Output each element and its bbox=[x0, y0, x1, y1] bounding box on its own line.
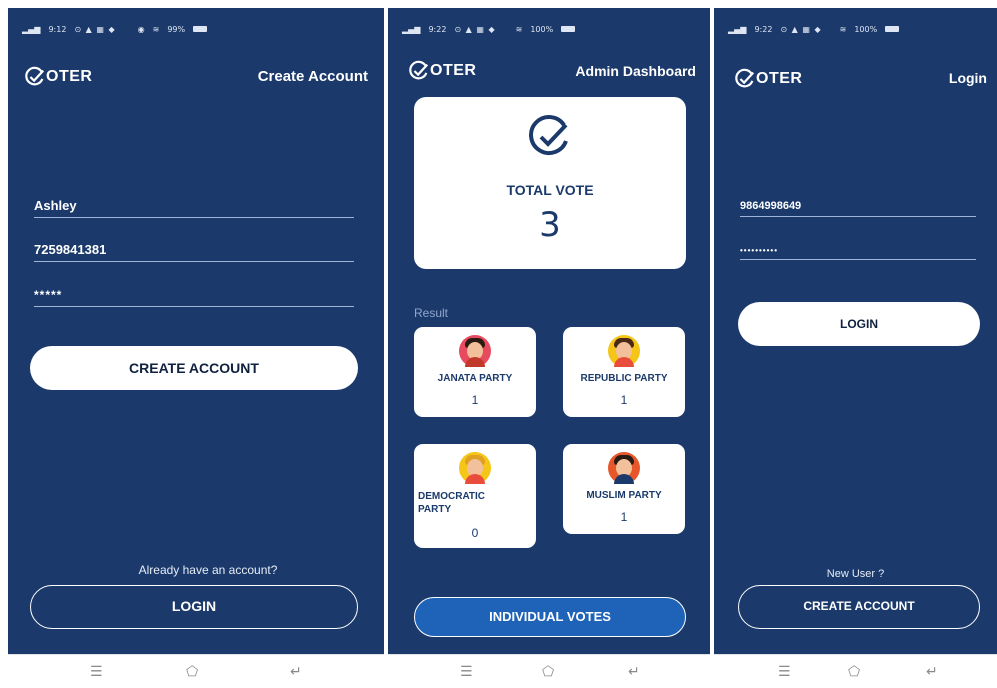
back-icon[interactable]: ↵ bbox=[926, 664, 938, 680]
login-screen: ▂▄▆ 9:22 ⊙ ▲ ▦ ◆ ≋ 100% OTER Login 98649… bbox=[714, 8, 997, 654]
home-icon[interactable]: ⬠ bbox=[848, 664, 860, 680]
voter-logo: OTER bbox=[734, 68, 802, 90]
party-card-janata[interactable]: JANATA PARTY 1 bbox=[414, 327, 536, 417]
party-name: MUSLIM PARTY bbox=[586, 490, 662, 501]
party-votes: 0 bbox=[471, 526, 479, 540]
party-avatar bbox=[459, 452, 491, 484]
party-card-democratic[interactable]: DEMOCRATIC PARTY 0 bbox=[414, 444, 536, 548]
check-circle-icon bbox=[409, 60, 429, 80]
total-vote-label: TOTAL VOTE bbox=[506, 182, 594, 198]
party-card-republic[interactable]: REPUBLIC PARTY 1 bbox=[563, 327, 685, 417]
party-votes: 1 bbox=[620, 510, 628, 524]
battery-icon bbox=[885, 26, 900, 32]
party-name: REPUBLIC PARTY bbox=[580, 373, 668, 384]
new-user-prompt: New User ? bbox=[826, 568, 885, 580]
battery-icon bbox=[561, 26, 576, 32]
phone-field[interactable]: 9864998649 bbox=[740, 200, 976, 217]
password-field[interactable]: ***** bbox=[34, 288, 354, 307]
back-icon[interactable]: ↵ bbox=[628, 664, 640, 680]
android-nav-bar: ☰ ⬠ ↵ bbox=[8, 654, 384, 688]
home-icon[interactable]: ⬠ bbox=[186, 664, 198, 680]
logo-text: OTER bbox=[46, 68, 93, 85]
total-vote-card: TOTAL VOTE 3 bbox=[414, 97, 686, 269]
name-field[interactable]: Ashley bbox=[34, 198, 354, 218]
home-icon[interactable]: ⬠ bbox=[542, 664, 554, 680]
party-votes: 1 bbox=[620, 393, 628, 407]
status-time: 9:22 bbox=[428, 24, 447, 34]
party-avatar bbox=[608, 452, 640, 484]
signal-icon: ▂▄▆ bbox=[402, 24, 421, 34]
back-icon[interactable]: ↵ bbox=[290, 664, 302, 680]
signal-icon: ▂▄▆ bbox=[22, 24, 41, 34]
page-title: Create Account bbox=[257, 68, 368, 85]
individual-votes-button[interactable]: INDIVIDUAL VOTES bbox=[414, 597, 686, 637]
signal-icon: ▂▄▆ bbox=[728, 24, 747, 34]
status-time: 9:22 bbox=[754, 24, 773, 34]
party-avatar bbox=[459, 335, 491, 367]
eye-icon: ◉ bbox=[137, 24, 145, 34]
party-name: DEMOCRATIC PARTY bbox=[418, 491, 486, 515]
login-button[interactable]: LOGIN bbox=[738, 302, 980, 346]
create-account-screen: ▂▄▆ 9:12 ⊙ ▲ ▦ ◆ ◉ ≋ 99% OTER Create Acc… bbox=[8, 8, 384, 654]
create-account-button[interactable]: CREATE ACCOUNT bbox=[30, 346, 358, 390]
menu-icon[interactable]: ☰ bbox=[460, 664, 473, 680]
wifi-icon: ≋ bbox=[152, 24, 160, 34]
create-account-button[interactable]: CREATE ACCOUNT bbox=[738, 585, 980, 629]
notification-icons: ⊙ ▲ ▦ ◆ bbox=[74, 24, 116, 34]
battery-percent: 99% bbox=[167, 24, 186, 34]
check-circle-icon bbox=[25, 66, 45, 86]
phone-field[interactable]: 7259841381 bbox=[34, 242, 354, 262]
wifi-icon: ≋ bbox=[515, 24, 523, 34]
status-bar: ▂▄▆ 9:12 ⊙ ▲ ▦ ◆ ◉ ≋ 99% bbox=[22, 22, 370, 36]
page-title: Admin Dashboard bbox=[575, 63, 696, 79]
check-circle-icon bbox=[735, 68, 755, 88]
logo-text: OTER bbox=[756, 70, 803, 87]
wifi-icon: ≋ bbox=[839, 24, 847, 34]
login-prompt: Already have an account? bbox=[138, 563, 278, 577]
menu-icon[interactable]: ☰ bbox=[90, 664, 103, 680]
password-field[interactable]: •••••••••• bbox=[740, 246, 976, 260]
party-name: JANATA PARTY bbox=[437, 373, 513, 384]
menu-icon[interactable]: ☰ bbox=[778, 664, 791, 680]
party-votes: 1 bbox=[471, 393, 479, 407]
result-label: Result bbox=[414, 306, 449, 320]
logo-text: OTER bbox=[430, 62, 477, 79]
voter-logo: OTER bbox=[408, 60, 476, 82]
android-nav-bar: ☰ ⬠ ↵ bbox=[714, 654, 997, 688]
page-title: Login bbox=[948, 70, 987, 86]
android-nav-bar: ☰ ⬠ ↵ bbox=[388, 654, 710, 688]
status-bar: ▂▄▆ 9:22 ⊙ ▲ ▦ ◆ ≋ 100% bbox=[402, 22, 696, 36]
status-time: 9:12 bbox=[48, 24, 67, 34]
battery-icon bbox=[193, 26, 208, 32]
check-circle-icon bbox=[529, 115, 568, 155]
voter-logo: OTER bbox=[24, 66, 92, 88]
notification-icons: ⊙ ▲ ▦ ◆ bbox=[780, 24, 822, 34]
battery-percent: 100% bbox=[854, 24, 878, 34]
party-card-muslim[interactable]: MUSLIM PARTY 1 bbox=[563, 444, 685, 534]
notification-icons: ⊙ ▲ ▦ ◆ bbox=[454, 24, 496, 34]
status-bar: ▂▄▆ 9:22 ⊙ ▲ ▦ ◆ ≋ 100% bbox=[728, 22, 983, 36]
battery-percent: 100% bbox=[530, 24, 554, 34]
total-vote-value: 3 bbox=[539, 205, 561, 245]
login-button[interactable]: LOGIN bbox=[30, 585, 358, 629]
admin-dashboard-screen: ▂▄▆ 9:22 ⊙ ▲ ▦ ◆ ≋ 100% OTER Admin Dashb… bbox=[388, 8, 710, 654]
party-avatar bbox=[608, 335, 640, 367]
